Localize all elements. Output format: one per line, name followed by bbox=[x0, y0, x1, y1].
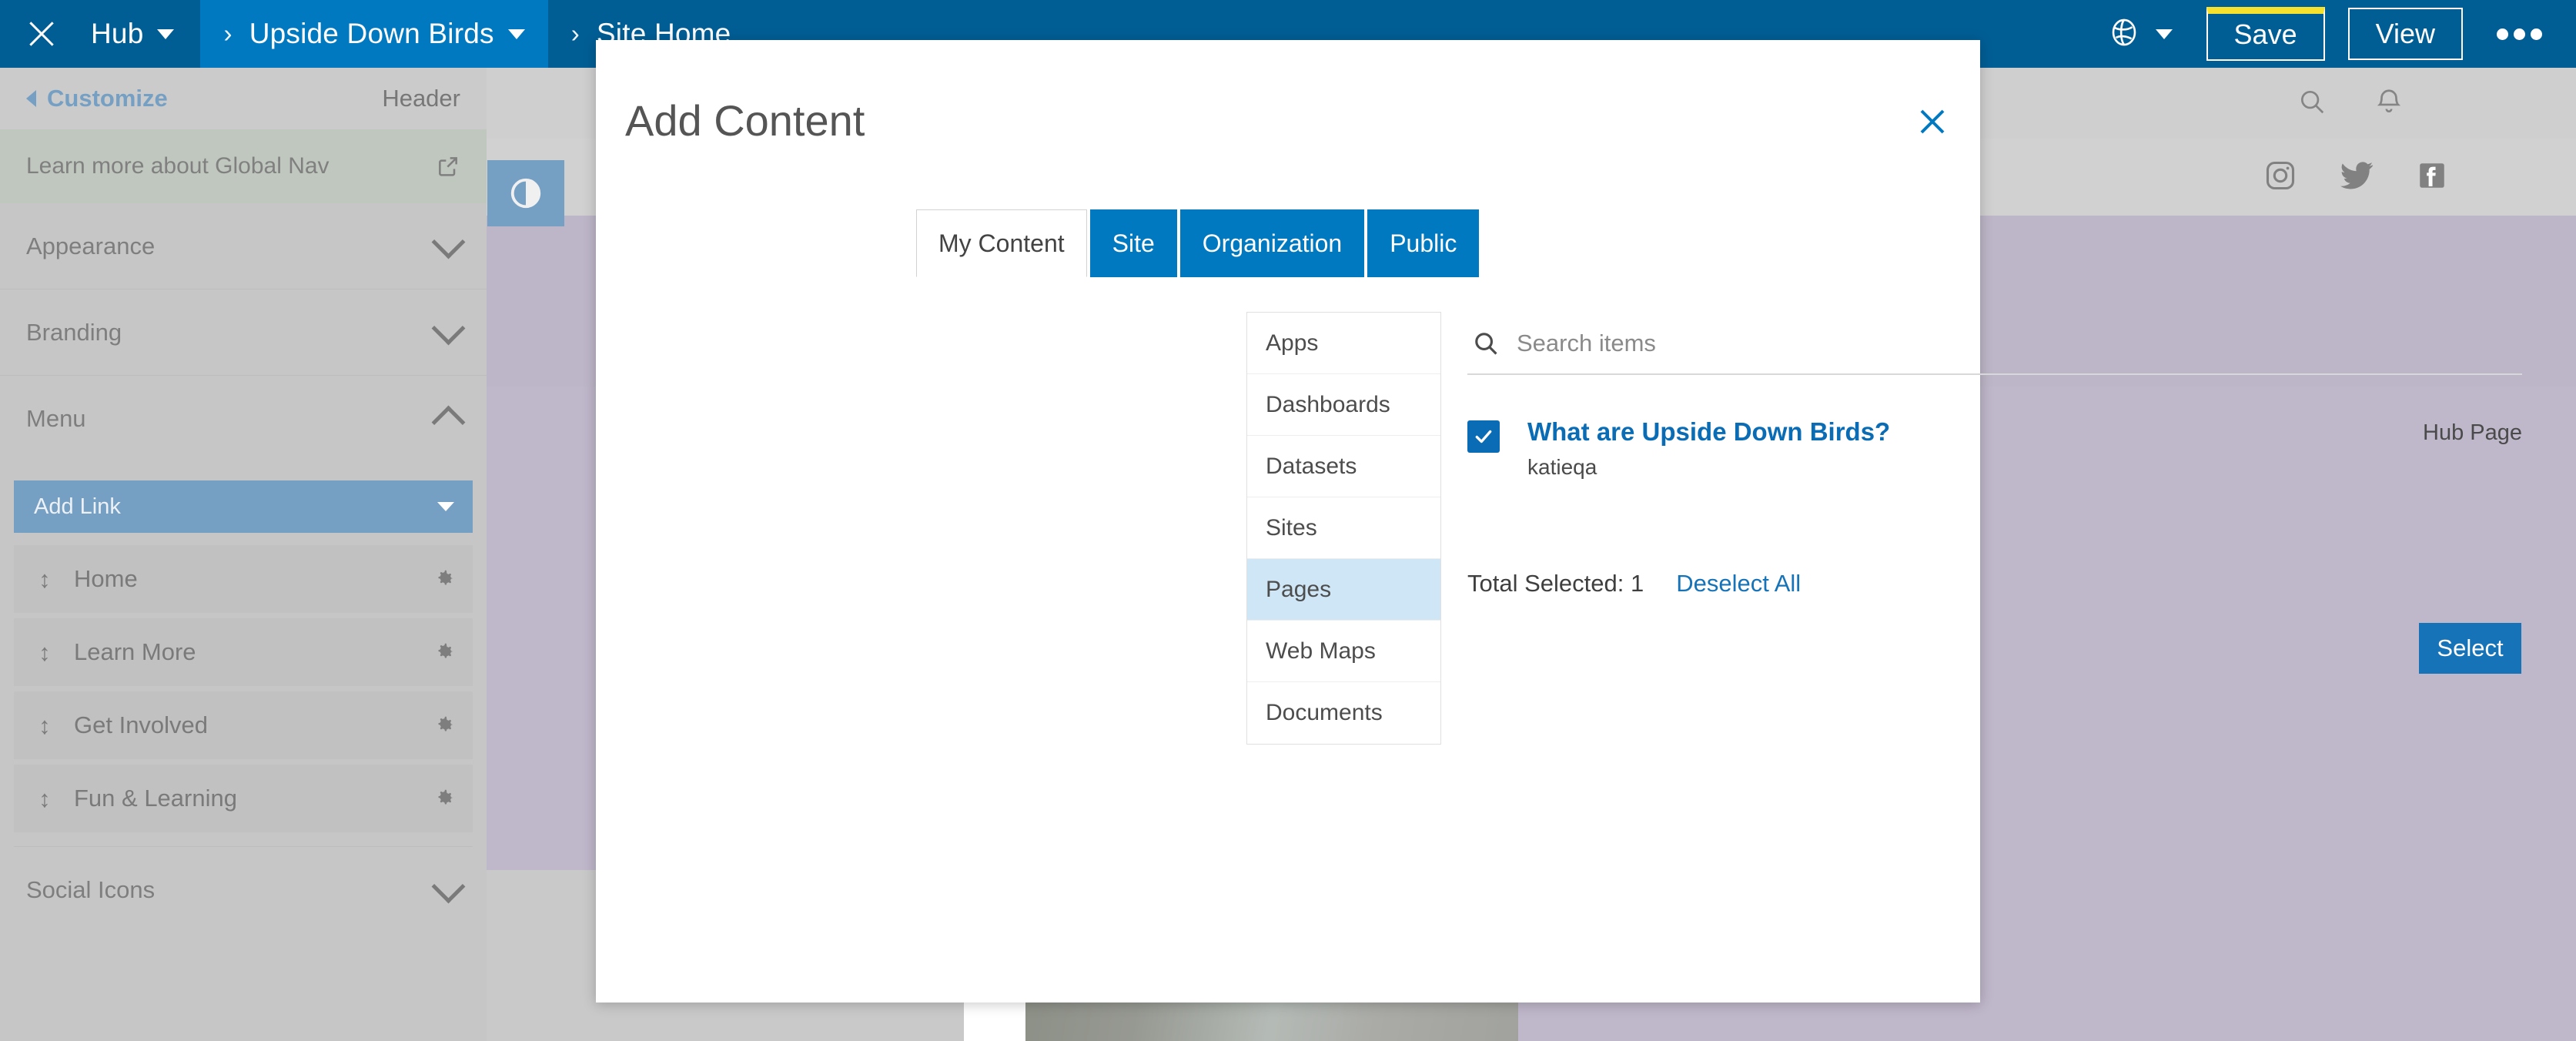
deselect-all-link[interactable]: Deselect All bbox=[1676, 570, 1801, 597]
category-apps[interactable]: Apps bbox=[1247, 313, 1440, 374]
category-sites[interactable]: Sites bbox=[1247, 497, 1440, 559]
gear-icon[interactable] bbox=[433, 714, 456, 737]
view-button[interactable]: View bbox=[2347, 8, 2463, 60]
menu-item-label: Learn More bbox=[74, 638, 196, 665]
menu-item-fun-and-learning[interactable]: ↕ Fun & Learning bbox=[14, 765, 473, 832]
menu-item-label: Get Involved bbox=[74, 711, 209, 738]
menu-item-label: Home bbox=[74, 565, 138, 592]
breadcrumb-separator: › bbox=[223, 19, 233, 48]
chevron-down-icon bbox=[157, 28, 175, 39]
chevron-down-icon bbox=[431, 869, 466, 903]
contrast-toggle-button[interactable] bbox=[487, 160, 564, 226]
accordion-appearance[interactable]: Appearance bbox=[0, 203, 487, 290]
panel-section-title: Header bbox=[382, 85, 460, 112]
global-nav-learn-more-row[interactable]: Learn more about Global Nav bbox=[0, 129, 487, 203]
modal-title: Add Content bbox=[625, 96, 865, 145]
chevron-down-icon bbox=[507, 28, 525, 39]
category-datasets[interactable]: Datasets bbox=[1247, 436, 1440, 497]
close-editor-button[interactable] bbox=[0, 0, 83, 68]
breadcrumb-hub[interactable]: Hub bbox=[83, 0, 200, 68]
external-link-icon[interactable] bbox=[436, 154, 460, 179]
search-icon[interactable] bbox=[2297, 87, 2327, 120]
global-nav-label: Learn more about Global Nav bbox=[26, 153, 330, 179]
panel-header: Customize Header bbox=[0, 68, 487, 129]
add-content-modal: Add Content My Content Site Organization… bbox=[596, 40, 2522, 1003]
category-web-maps[interactable]: Web Maps bbox=[1247, 621, 1440, 682]
chevron-down-icon bbox=[437, 502, 454, 511]
total-selected-label: Total Selected: 1 bbox=[1467, 570, 1644, 597]
select-button[interactable]: Select bbox=[2419, 623, 2521, 674]
add-link-button[interactable]: Add Link bbox=[14, 480, 473, 533]
menu-item-get-involved[interactable]: ↕ Get Involved bbox=[14, 691, 473, 759]
accordion-social-icons[interactable]: Social Icons bbox=[0, 847, 487, 933]
chevron-down-icon bbox=[2155, 28, 2173, 39]
result-checkbox[interactable] bbox=[1467, 420, 1500, 453]
result-item-title[interactable]: What are Upside Down Birds? bbox=[1527, 417, 2423, 447]
tab-organization[interactable]: Organization bbox=[1179, 209, 1365, 277]
drag-vertical-icon[interactable]: ↕ bbox=[34, 641, 55, 664]
bell-icon[interactable] bbox=[2374, 87, 2404, 120]
chevron-up-icon bbox=[431, 405, 466, 439]
drag-vertical-icon[interactable]: ↕ bbox=[34, 567, 55, 591]
category-list: Apps Dashboards Datasets Sites Pages Web… bbox=[1246, 312, 1441, 745]
menu-item-learn-more[interactable]: ↕ Learn More bbox=[14, 618, 473, 686]
menu-section: Add Link ↕ Home ↕ Learn More ↕ Get Invol… bbox=[0, 480, 487, 847]
category-dashboards[interactable]: Dashboards bbox=[1247, 374, 1440, 436]
accordion-menu-label: Menu bbox=[26, 405, 86, 432]
twitter-icon[interactable] bbox=[2339, 158, 2374, 197]
category-documents[interactable]: Documents bbox=[1247, 682, 1440, 744]
result-item-row: What are Upside Down Birds? katieqa Hub … bbox=[1467, 417, 2522, 480]
selection-summary: Total Selected: 1 Deselect All bbox=[1467, 570, 1801, 597]
breadcrumb-separator: › bbox=[570, 19, 580, 48]
ellipsis-icon[interactable] bbox=[2497, 28, 2542, 40]
menu-item-home[interactable]: ↕ Home bbox=[14, 545, 473, 613]
breadcrumb-site-label: Upside Down Birds bbox=[249, 18, 494, 49]
instagram-icon[interactable] bbox=[2263, 159, 2297, 196]
app-bar-actions: Save View bbox=[2108, 0, 2576, 68]
tab-my-content[interactable]: My Content bbox=[916, 209, 1087, 277]
tab-site[interactable]: Site bbox=[1089, 209, 1177, 277]
drag-vertical-icon[interactable]: ↕ bbox=[34, 787, 55, 811]
search-bar bbox=[1467, 313, 2522, 375]
add-link-label: Add Link bbox=[34, 494, 121, 519]
customize-panel: Customize Header Learn more about Global… bbox=[0, 68, 487, 1041]
tab-public[interactable]: Public bbox=[1367, 209, 1480, 277]
globe-icon bbox=[2108, 16, 2140, 52]
search-icon bbox=[1467, 329, 1504, 358]
accordion-menu[interactable]: Menu bbox=[0, 376, 487, 462]
breadcrumb-site[interactable]: › Upside Down Birds bbox=[200, 0, 548, 68]
app-root: ing bbox=[0, 0, 2576, 1041]
result-item-type: Hub Page bbox=[2423, 420, 2522, 445]
category-pages[interactable]: Pages bbox=[1247, 559, 1440, 621]
menu-item-label: Fun & Learning bbox=[74, 785, 237, 812]
facebook-icon[interactable] bbox=[2416, 159, 2448, 196]
globe-language-selector[interactable] bbox=[2108, 16, 2173, 52]
chevron-down-icon bbox=[431, 311, 466, 346]
gear-icon[interactable] bbox=[433, 641, 456, 664]
accordion-social-icons-label: Social Icons bbox=[26, 876, 156, 903]
accordion-branding[interactable]: Branding bbox=[0, 290, 487, 376]
drag-vertical-icon[interactable]: ↕ bbox=[34, 714, 55, 738]
result-item-owner: katieqa bbox=[1527, 454, 1597, 479]
back-to-customize-button[interactable]: Customize bbox=[26, 85, 168, 112]
chevron-left-icon bbox=[26, 90, 36, 107]
accordion-branding-label: Branding bbox=[26, 318, 122, 346]
close-icon[interactable] bbox=[1914, 103, 1951, 140]
breadcrumb-hub-label: Hub bbox=[91, 18, 144, 49]
gear-icon[interactable] bbox=[433, 787, 456, 810]
save-button[interactable]: Save bbox=[2206, 7, 2325, 61]
chevron-down-icon bbox=[431, 225, 466, 259]
panel-back-label: Customize bbox=[47, 85, 168, 112]
result-item-details: What are Upside Down Birds? katieqa bbox=[1500, 417, 2423, 480]
content-source-tabs: My Content Site Organization Public bbox=[916, 209, 1480, 277]
search-input[interactable] bbox=[1515, 329, 2522, 358]
accordion-appearance-label: Appearance bbox=[26, 232, 156, 259]
gear-icon[interactable] bbox=[433, 567, 456, 591]
